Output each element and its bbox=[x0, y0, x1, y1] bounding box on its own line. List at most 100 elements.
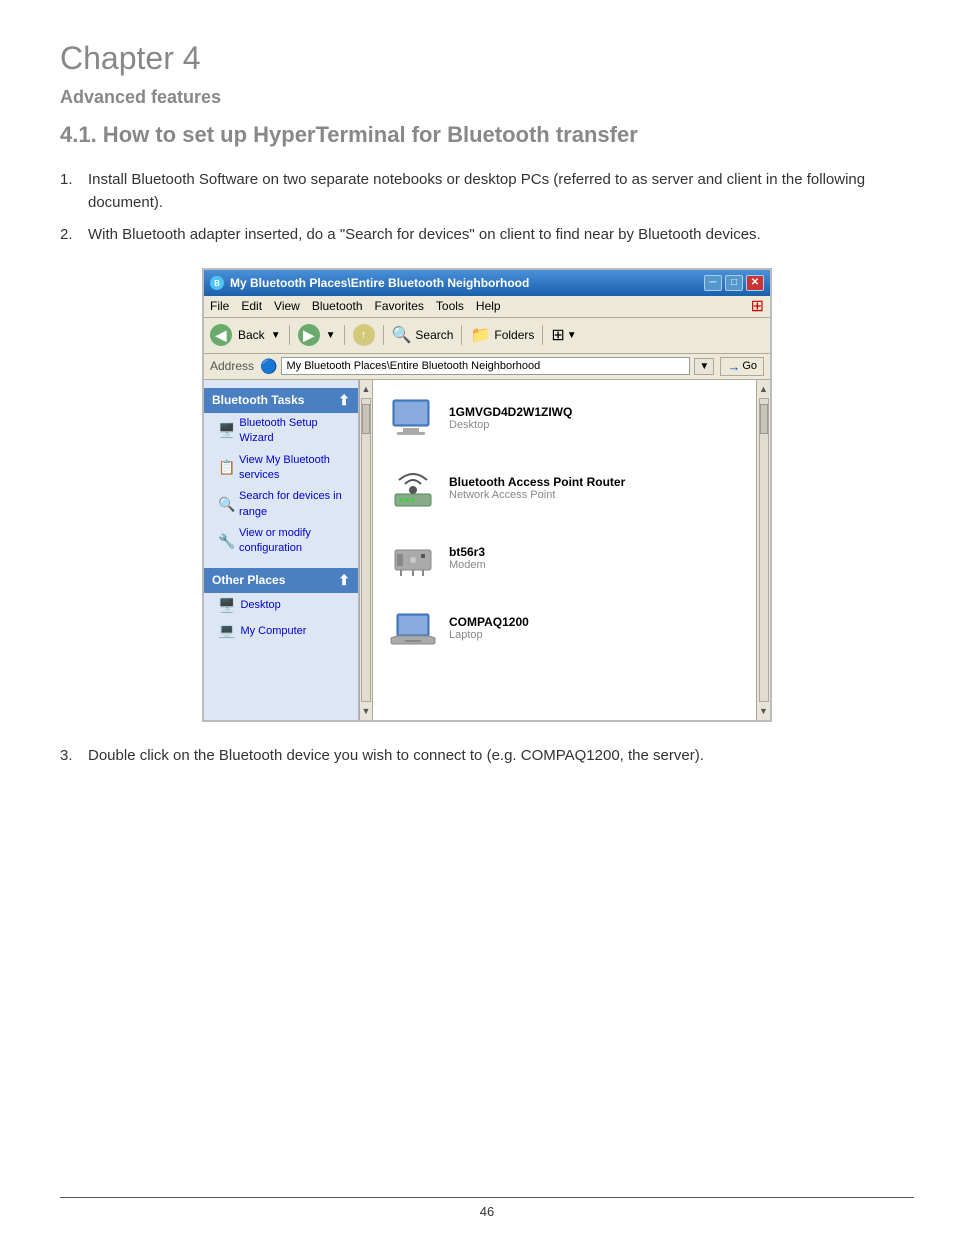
step-1-num: 1. bbox=[60, 168, 73, 191]
win-toolbar: ◀ Back ▼ ▶ ▼ ↑ 🔍 Search 📁 Folders bbox=[204, 318, 770, 354]
toolbar-separator-2 bbox=[344, 325, 345, 345]
menu-help[interactable]: Help bbox=[476, 299, 501, 313]
sidebar-bluetooth-collapse[interactable]: ⬆ bbox=[338, 392, 350, 409]
other-desktop-label: Desktop bbox=[240, 598, 280, 613]
chapter-title: Chapter 4 bbox=[60, 40, 914, 77]
device-info-router: Bluetooth Access Point Router Network Ac… bbox=[449, 475, 625, 501]
folders-button[interactable]: 📁 Folders bbox=[470, 325, 534, 345]
device-3-type: Modem bbox=[449, 559, 486, 571]
sidebar-item-desktop[interactable]: 🖥️ Desktop bbox=[204, 593, 358, 619]
sidebar-item-search-devices[interactable]: 🔍 Search for devices in range bbox=[204, 486, 358, 523]
device-row-router[interactable]: Bluetooth Access Point Router Network Ac… bbox=[381, 458, 748, 518]
folders-label: Folders bbox=[494, 328, 534, 342]
up-button[interactable]: ↑ bbox=[353, 324, 375, 346]
sidebar-bluetooth-label: Bluetooth Tasks bbox=[212, 393, 304, 407]
steps-list: 1. Install Bluetooth Software on two sep… bbox=[60, 168, 914, 246]
menu-bluetooth[interactable]: Bluetooth bbox=[312, 299, 363, 313]
search-button[interactable]: 🔍 Search bbox=[392, 325, 454, 345]
step-1: 1. Install Bluetooth Software on two sep… bbox=[60, 168, 914, 215]
device-icon-modem bbox=[387, 532, 439, 584]
sidebar-section-bluetooth: Bluetooth Tasks ⬆ 🖥️ Bluetooth Setup Wiz… bbox=[204, 388, 358, 560]
device-4-name: COMPAQ1200 bbox=[449, 615, 529, 629]
sidebar-item-my-computer[interactable]: 💻 My Computer bbox=[204, 618, 358, 644]
sidebar-header-other[interactable]: Other Places ⬆ bbox=[204, 568, 358, 593]
sidebar-other-collapse[interactable]: ⬆ bbox=[338, 572, 350, 589]
device-row-modem[interactable]: bt56r3 Modem bbox=[381, 528, 748, 588]
device-3-name: bt56r3 bbox=[449, 545, 486, 559]
scroll-up-arrow[interactable]: ▲ bbox=[360, 382, 373, 396]
step-3-text: Double click on the Bluetooth device you… bbox=[88, 747, 704, 764]
toolbar-separator-4 bbox=[461, 325, 462, 345]
scroll-thumb[interactable] bbox=[362, 404, 370, 434]
sidebar-other-label: Other Places bbox=[212, 573, 285, 587]
back-button[interactable]: ◀ bbox=[210, 324, 232, 346]
address-label: Address bbox=[210, 359, 254, 373]
device-icon-router bbox=[387, 462, 439, 514]
sidebar-item-bt-services[interactable]: 📋 View My Bluetooth services bbox=[204, 450, 358, 487]
step-2: 2. With Bluetooth adapter inserted, do a… bbox=[60, 223, 914, 246]
address-field[interactable]: My Bluetooth Places\Entire Bluetooth Nei… bbox=[281, 357, 690, 375]
modify-config-icon: 🔧 bbox=[218, 532, 234, 552]
view-dropdown[interactable]: ▼ bbox=[567, 330, 577, 341]
address-dropdown[interactable]: ▼ bbox=[694, 358, 714, 375]
page-footer: 46 bbox=[60, 1197, 914, 1219]
minimize-button[interactable]: ─ bbox=[704, 275, 722, 291]
device-2-name: Bluetooth Access Point Router bbox=[449, 475, 625, 489]
menu-file[interactable]: File bbox=[210, 299, 229, 313]
main-scroll-down[interactable]: ▼ bbox=[757, 704, 770, 718]
search-devices-label: Search for devices in range bbox=[239, 489, 348, 520]
device-info-modem: bt56r3 Modem bbox=[449, 545, 486, 571]
bt-services-label: View My Bluetooth services bbox=[239, 453, 348, 484]
folders-icon: 📁 bbox=[470, 325, 490, 345]
close-button[interactable]: ✕ bbox=[746, 275, 764, 291]
forward-dropdown[interactable]: ▼ bbox=[326, 330, 336, 341]
device-row-laptop[interactable]: COMPAQ1200 Laptop bbox=[381, 598, 748, 658]
main-scroll-thumb[interactable] bbox=[760, 404, 768, 434]
device-1-type: Desktop bbox=[449, 419, 572, 431]
sidebar-scrollbar[interactable]: ▲ ▼ bbox=[359, 380, 373, 720]
win-menubar: File Edit View Bluetooth Favorites Tools… bbox=[204, 296, 770, 318]
device-icon-desktop bbox=[387, 392, 439, 444]
device-1-name: 1GMVGD4D2W1ZIWQ bbox=[449, 405, 572, 419]
toolbar-separator-3 bbox=[383, 325, 384, 345]
scroll-track[interactable] bbox=[361, 398, 371, 702]
sidebar-section-other: Other Places ⬆ 🖥️ Desktop 💻 My Computer bbox=[204, 568, 358, 644]
titlebar-title: My Bluetooth Places\Entire Bluetooth Nei… bbox=[230, 276, 704, 290]
step-1-text: Install Bluetooth Software on two separa… bbox=[88, 171, 865, 211]
win-titlebar: B My Bluetooth Places\Entire Bluetooth N… bbox=[204, 270, 770, 296]
menu-edit[interactable]: Edit bbox=[241, 299, 262, 313]
device-4-type: Laptop bbox=[449, 629, 529, 641]
win-sidebar: Bluetooth Tasks ⬆ 🖥️ Bluetooth Setup Wiz… bbox=[204, 380, 359, 720]
toolbar-separator-1 bbox=[289, 325, 290, 345]
sidebar-item-setup-wizard[interactable]: 🖥️ Bluetooth Setup Wizard bbox=[204, 413, 358, 450]
my-computer-icon: 💻 bbox=[218, 621, 235, 641]
windows-logo: ⊞ bbox=[751, 296, 764, 316]
sidebar-header-bluetooth[interactable]: Bluetooth Tasks ⬆ bbox=[204, 388, 358, 413]
menu-favorites[interactable]: Favorites bbox=[375, 299, 424, 313]
main-scrollbar[interactable]: ▲ ▼ bbox=[756, 380, 770, 720]
modify-config-label: View or modify configuration bbox=[239, 526, 348, 557]
search-label: Search bbox=[415, 328, 453, 342]
search-icon: 🔍 bbox=[392, 325, 412, 345]
sidebar-item-modify-config[interactable]: 🔧 View or modify configuration bbox=[204, 523, 358, 560]
back-dropdown[interactable]: ▼ bbox=[271, 330, 281, 341]
maximize-button[interactable]: □ bbox=[725, 275, 743, 291]
forward-button[interactable]: ▶ bbox=[298, 324, 320, 346]
step-2-text: With Bluetooth adapter inserted, do a "S… bbox=[88, 226, 761, 243]
view-button[interactable]: ⊞ ▼ bbox=[551, 325, 576, 345]
titlebar-buttons: ─ □ ✕ bbox=[704, 275, 764, 291]
win-main: 1GMVGD4D2W1ZIWQ Desktop bbox=[373, 380, 756, 720]
main-scroll-track[interactable] bbox=[759, 398, 769, 702]
address-value: My Bluetooth Places\Entire Bluetooth Nei… bbox=[286, 360, 540, 372]
device-row-desktop[interactable]: 1GMVGD4D2W1ZIWQ Desktop bbox=[381, 388, 748, 448]
setup-wizard-icon: 🖥️ bbox=[218, 421, 234, 441]
win-addressbar: Address 🔵 My Bluetooth Places\Entire Blu… bbox=[204, 354, 770, 380]
menu-view[interactable]: View bbox=[274, 299, 300, 313]
search-devices-icon: 🔍 bbox=[218, 495, 234, 515]
go-button[interactable]: → Go bbox=[720, 357, 764, 376]
menu-tools[interactable]: Tools bbox=[436, 299, 464, 313]
scroll-down-arrow[interactable]: ▼ bbox=[360, 704, 373, 718]
bt-services-icon: 📋 bbox=[218, 458, 234, 478]
address-icon: 🔵 bbox=[260, 358, 277, 375]
main-scroll-up[interactable]: ▲ bbox=[757, 382, 770, 396]
